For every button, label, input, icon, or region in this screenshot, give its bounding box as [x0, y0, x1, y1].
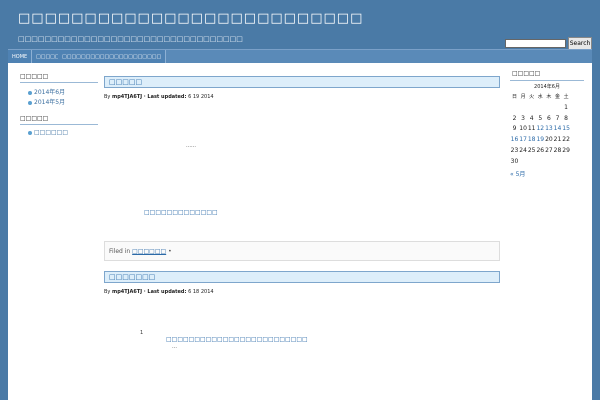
post-meta: By mp4TJA6TJ · Last updated: 6 18 2014	[104, 289, 214, 295]
filed-label: Filed in □□□□□□ •	[109, 248, 172, 255]
header: □□□□□□□□□□□□□□□□□□□□□□□□□□ □□□□□□□□□□□□□…	[8, 6, 592, 50]
categories-title: □□□□□	[20, 115, 98, 125]
bullet-icon	[28, 130, 32, 135]
archives-title: □□□□□	[20, 73, 98, 83]
calendar-weekday: 土	[563, 94, 569, 100]
search-input[interactable]	[505, 39, 566, 48]
post-excerpt: …	[172, 344, 177, 350]
filed-category-link[interactable]: □□□□□□	[132, 248, 166, 255]
calendar-day: 1	[564, 104, 568, 111]
nav-item-home[interactable]: HOME	[8, 50, 33, 64]
calendar-divider	[510, 80, 584, 81]
by-label: By	[104, 289, 111, 295]
post-link[interactable]: □□□□□□□□□□□□□□□□□□□□□□□□□	[166, 336, 308, 343]
bullet-icon	[28, 100, 32, 105]
calendar-day[interactable]: 15	[562, 125, 571, 132]
site-description: □□□□□□□□□□□□□□□□□□□□□□□□□□□□□□□□□□	[18, 35, 243, 43]
content-area: □□□□□ 2014年6月 2014年5月 □□□□□ □□□□□□ □□□□□…	[8, 63, 592, 400]
calendar-prev-link[interactable]: « 5月	[510, 169, 525, 178]
page: □□□□□□□□□□□□□□□□□□□□□□□□□□ □□□□□□□□□□□□□…	[0, 0, 600, 400]
nav-item-page-long[interactable]: □□□□□□□□□□□□□□□□□□□□□	[58, 50, 167, 64]
filed-box: Filed in □□□□□□ •	[104, 241, 500, 261]
post-link[interactable]: □□□□□□□□□□□□□	[144, 209, 218, 216]
post-author[interactable]: mp4TJA6TJ	[112, 289, 142, 295]
category-link[interactable]: □□□□□□	[28, 129, 68, 136]
post-title-bar: □□□□□	[104, 76, 500, 88]
post-title-bar: □□□□□□□	[104, 271, 500, 283]
site-title[interactable]: □□□□□□□□□□□□□□□□□□□□□□□□□□	[18, 11, 363, 26]
archive-link[interactable]: 2014年6月	[28, 87, 65, 96]
updated-label: · Last updated:	[143, 94, 187, 100]
post-author[interactable]: mp4TJA6TJ	[112, 94, 142, 100]
post-number: 1	[140, 330, 144, 336]
calendar-day: 29	[562, 146, 570, 154]
calendar-day: 30	[510, 157, 519, 165]
post-title[interactable]: □□□□□	[109, 78, 142, 86]
by-label: By	[104, 94, 111, 100]
bullet-icon	[28, 90, 32, 95]
archive-link[interactable]: 2014年5月	[28, 97, 65, 106]
calendar-day: 22	[562, 136, 570, 144]
post-excerpt: ……	[186, 143, 196, 149]
post-meta: By mp4TJA6TJ · Last updated: 6 19 2014	[104, 94, 214, 100]
nav-bar: HOME □□□□□ □□□□□□□□□□□□□□□□□□□□□	[8, 49, 592, 64]
post-title[interactable]: □□□□□□□	[109, 273, 155, 281]
calendar-caption: 2014年6月	[534, 84, 560, 90]
calendar-day: 8	[564, 114, 568, 122]
updated-label: · Last updated:	[143, 289, 187, 295]
post-date: 6 19 2014	[188, 94, 214, 100]
post-date: 6 18 2014	[188, 289, 214, 295]
calendar-title: □□□□□	[512, 70, 541, 77]
